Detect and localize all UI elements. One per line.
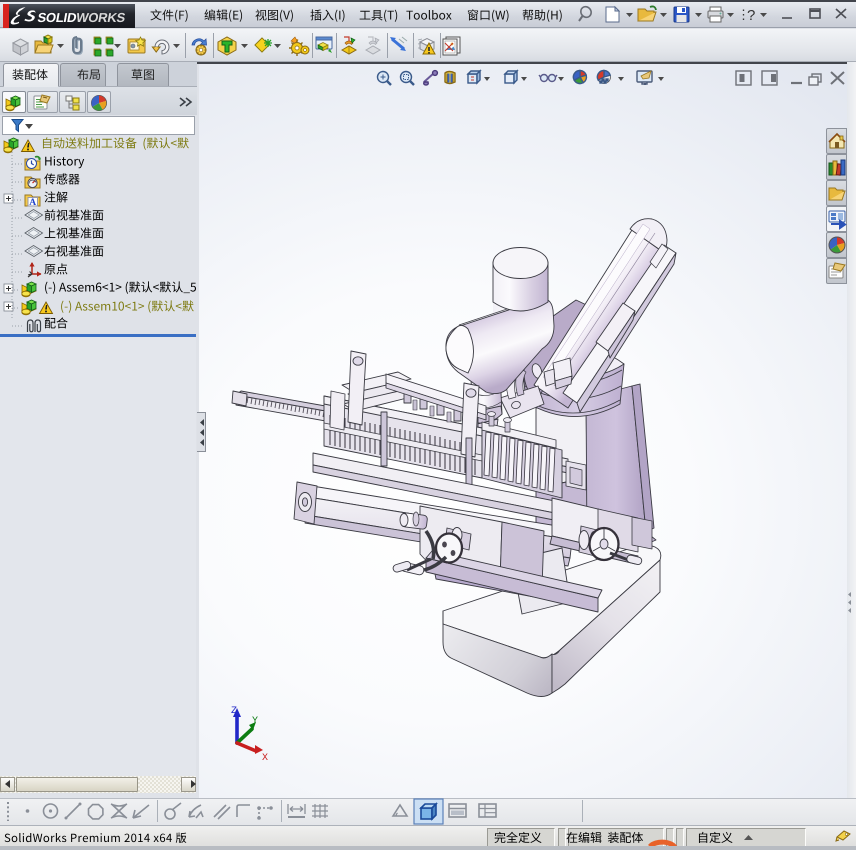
svg-text:SOLIDWORKS: SOLIDWORKS <box>36 10 127 25</box>
svg-text:A: A <box>29 198 36 208</box>
